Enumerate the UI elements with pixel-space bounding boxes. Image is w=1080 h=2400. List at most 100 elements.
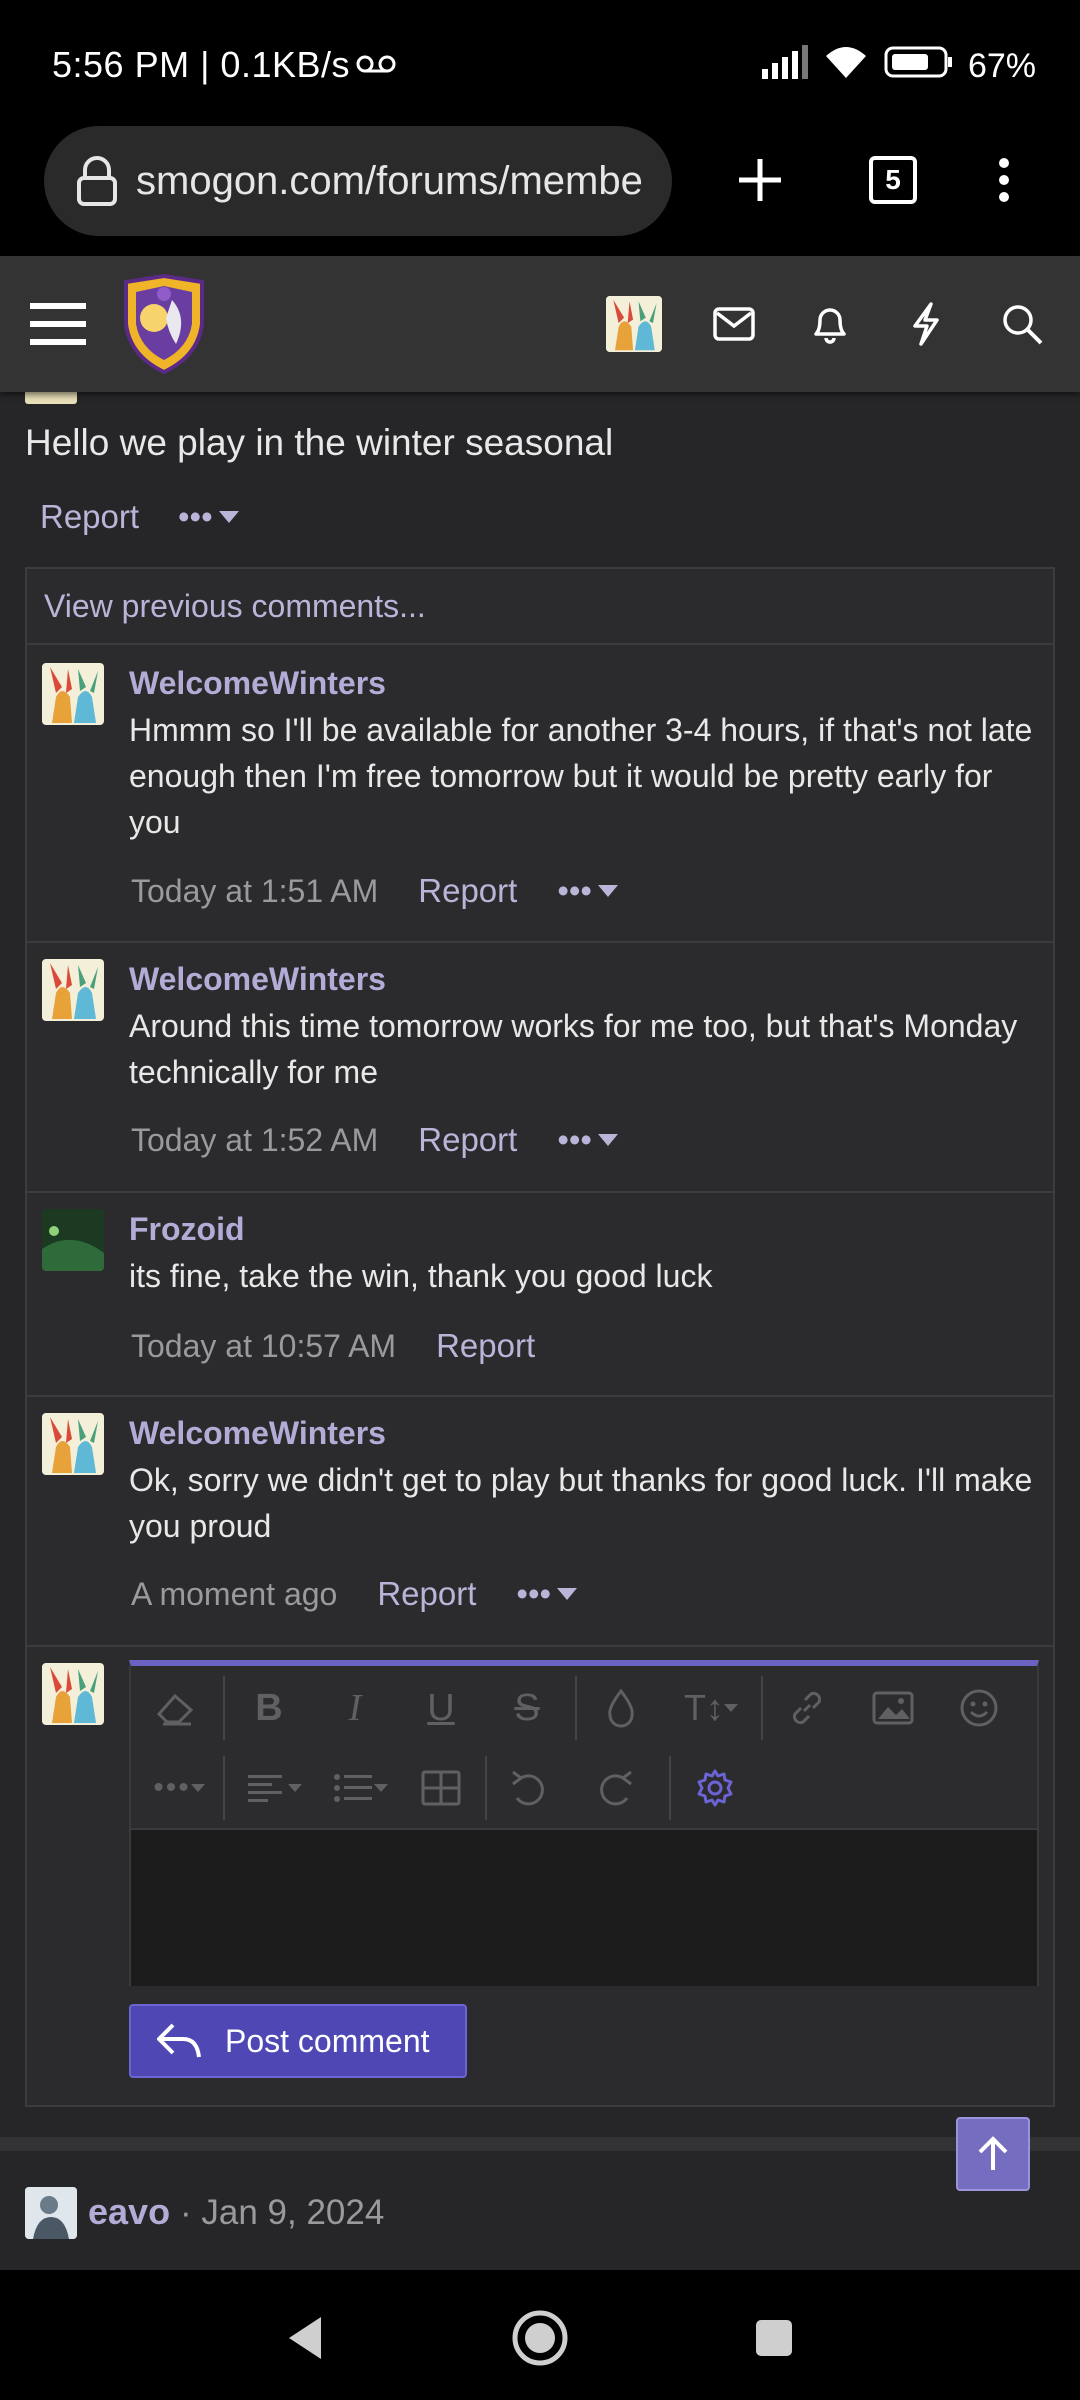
- font-size-icon: T↕: [684, 1687, 724, 1728]
- browser-toolbar: smogon.com/forums/membe 5: [0, 120, 1080, 256]
- comment-text: Ok, sorry we didn't get to play but than…: [129, 1462, 1033, 1544]
- comment-author[interactable]: WelcomeWinters: [129, 1415, 386, 1452]
- comment-more-menu[interactable]: •••: [516, 1575, 578, 1613]
- browser-menu-button[interactable]: [964, 140, 1044, 220]
- ellipsis-icon: •••: [178, 498, 213, 535]
- smiley-icon: [960, 1689, 998, 1727]
- caret-down-icon: [598, 1134, 618, 1146]
- avatar[interactable]: [42, 1413, 104, 1475]
- view-previous-comments-link[interactable]: View previous comments...: [27, 569, 1053, 645]
- editor-settings-button[interactable]: [687, 1760, 743, 1816]
- toolbar-divider: [761, 1676, 763, 1740]
- post-report-link[interactable]: Report: [40, 498, 139, 536]
- battery-icon: [884, 45, 954, 88]
- italic-icon: I: [348, 1687, 362, 1729]
- comment-author[interactable]: WelcomeWinters: [129, 961, 386, 998]
- comment-author[interactable]: Frozoid: [129, 1211, 245, 1248]
- inbox-button[interactable]: [696, 286, 772, 362]
- insert-image-button[interactable]: [865, 1680, 921, 1736]
- plus-icon: [739, 159, 781, 201]
- back-triangle-icon: [289, 2317, 321, 2359]
- post-comment-button[interactable]: Post comment: [129, 2004, 467, 2078]
- comment-text-area[interactable]: [131, 1828, 1037, 1986]
- tab-switcher-button[interactable]: 5: [853, 140, 933, 220]
- comment-timestamp[interactable]: Today at 1:52 AM: [131, 1122, 378, 1159]
- home-button[interactable]: [500, 2298, 580, 2378]
- comment-report-link[interactable]: Report: [418, 872, 517, 910]
- comment-timestamp[interactable]: Today at 1:51 AM: [131, 873, 378, 910]
- lock-icon: [66, 150, 128, 212]
- more-options-button[interactable]: •••: [141, 1760, 217, 1816]
- underline-button[interactable]: U: [413, 1680, 469, 1736]
- system-navigation-bar: [0, 2270, 1080, 2400]
- avatar[interactable]: [42, 663, 104, 725]
- insert-link-button[interactable]: [779, 1680, 835, 1736]
- status-bar: 5:56 PM | 0.1KB/s 67%: [0, 0, 1080, 120]
- comment-report-link[interactable]: Report: [436, 1327, 535, 1365]
- new-tab-button[interactable]: [720, 140, 800, 220]
- comment-more-menu[interactable]: •••: [557, 1121, 618, 1159]
- bold-button[interactable]: B: [241, 1680, 297, 1736]
- font-size-button[interactable]: T↕: [671, 1680, 751, 1736]
- undo-button[interactable]: [501, 1760, 557, 1816]
- insert-table-button[interactable]: [413, 1760, 469, 1816]
- avatar[interactable]: [25, 2187, 77, 2239]
- comment-item: Frozoid its fine, take the win, thank yo…: [27, 1193, 1053, 1397]
- signal-icon: [760, 45, 808, 88]
- profile-post-thread: Hello we play in the winter seasonal Rep…: [0, 392, 1080, 2270]
- battery-percent: 67%: [967, 47, 1036, 85]
- recents-button[interactable]: [734, 2298, 814, 2378]
- comment-item: WelcomeWinters Hmmm so I'll be available…: [27, 647, 1053, 943]
- avatar: [42, 1663, 104, 1725]
- alerts-button[interactable]: [792, 286, 868, 362]
- post-author[interactable]: eavo: [88, 2191, 170, 2233]
- comment-report-link[interactable]: Report: [418, 1121, 517, 1159]
- remove-format-button[interactable]: [147, 1680, 203, 1736]
- more-vertical-icon: [999, 158, 1009, 202]
- text-color-button[interactable]: [593, 1680, 649, 1736]
- toolbar-divider: [223, 1756, 225, 1820]
- caret-down-icon: [557, 1588, 578, 1600]
- account-avatar-button[interactable]: [596, 286, 672, 362]
- comment-report-link[interactable]: Report: [377, 1575, 476, 1613]
- caret-down-icon: [288, 1784, 302, 1792]
- italic-button[interactable]: I: [327, 1680, 383, 1736]
- scroll-to-top-button[interactable]: [956, 2117, 1030, 2191]
- comment-more-menu[interactable]: •••: [557, 872, 618, 910]
- post-date[interactable]: · Jan 9, 2024: [180, 2193, 384, 2233]
- align-button[interactable]: [237, 1760, 313, 1816]
- comment-timestamp[interactable]: A moment ago: [131, 1576, 337, 1613]
- reply-icon: [157, 2023, 201, 2058]
- comment-timestamp[interactable]: Today at 10:57 AM: [131, 1328, 396, 1365]
- site-logo[interactable]: [118, 273, 210, 375]
- wifi-icon: [822, 44, 870, 89]
- link-icon: [792, 1691, 822, 1725]
- back-button[interactable]: [265, 2298, 345, 2378]
- menu-button[interactable]: [20, 286, 96, 362]
- whats-new-button[interactable]: [888, 286, 964, 362]
- search-button[interactable]: [984, 286, 1060, 362]
- lightning-bolt-icon: [913, 302, 939, 346]
- list-icon: [334, 1774, 372, 1802]
- avatar[interactable]: [42, 959, 104, 1021]
- list-button[interactable]: [323, 1760, 399, 1816]
- avatar[interactable]: [42, 1209, 104, 1271]
- cut-off-avatar: [25, 392, 77, 404]
- redo-button[interactable]: [587, 1760, 643, 1816]
- caret-down-icon: [218, 511, 239, 523]
- strikethrough-button[interactable]: S: [499, 1680, 555, 1736]
- comment-text: its fine, take the win, thank you good l…: [129, 1258, 713, 1294]
- voicemail-icon: [356, 54, 396, 79]
- post-body: gg: [25, 2263, 63, 2270]
- post-more-menu[interactable]: •••: [178, 498, 239, 536]
- strikethrough-icon: S: [514, 1686, 540, 1729]
- comment-author[interactable]: WelcomeWinters: [129, 665, 386, 702]
- toolbar-divider: [485, 1756, 487, 1820]
- insert-smilie-button[interactable]: [951, 1680, 1007, 1736]
- caret-down-icon: [724, 1704, 738, 1712]
- toolbar-divider: [223, 1676, 225, 1740]
- address-bar[interactable]: smogon.com/forums/membe: [44, 126, 672, 236]
- site-header: [0, 256, 1080, 392]
- comment-text: Around this time tomorrow works for me t…: [129, 1008, 1018, 1090]
- toolbar-divider: [575, 1676, 577, 1740]
